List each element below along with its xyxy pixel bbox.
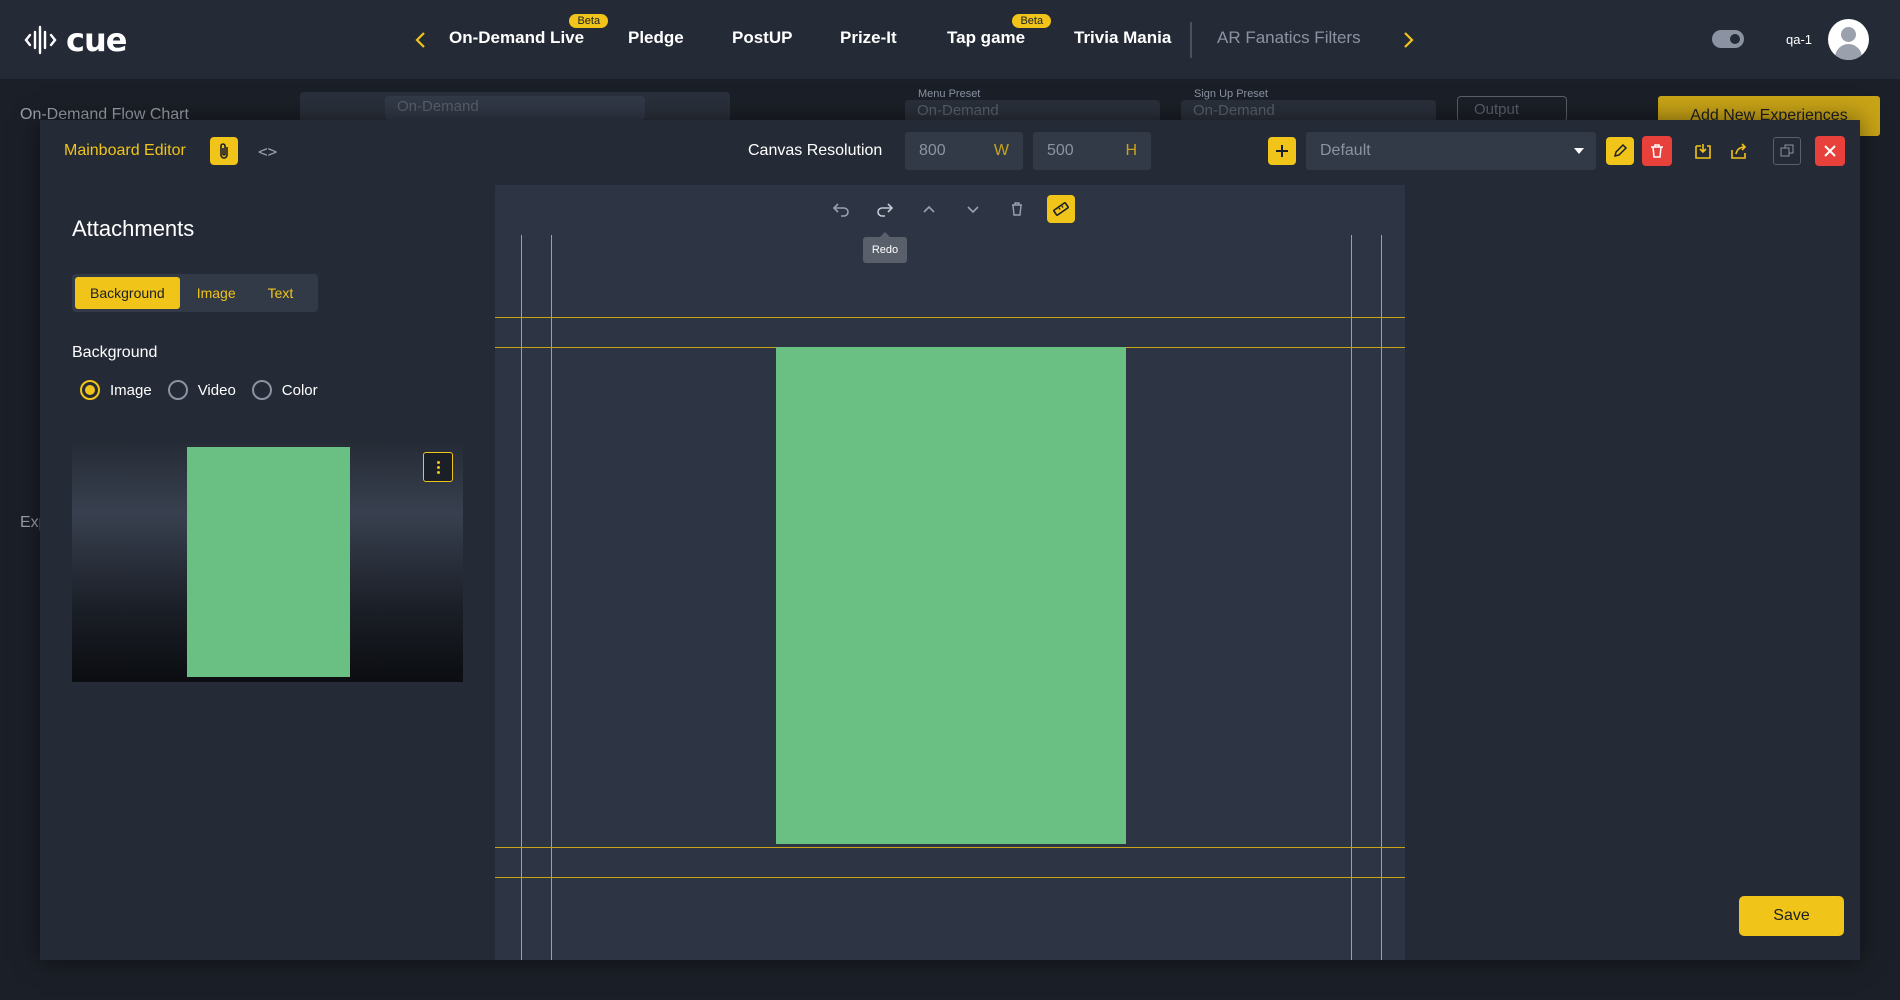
menu-preset-label: Menu Preset [918, 88, 981, 100]
thumbnail-more-menu-icon[interactable] [423, 452, 453, 482]
nav-item-postup[interactable]: PostUP [732, 28, 792, 52]
nav-item-label: Tap game [947, 28, 1026, 47]
import-button[interactable] [1689, 137, 1717, 165]
tab-text[interactable]: Text [253, 277, 309, 309]
duplicate-button[interactable] [1773, 137, 1801, 165]
guide-line-horizontal[interactable] [495, 847, 1405, 848]
width-unit: W [993, 142, 1009, 159]
top-navigation: cue On-Demand Live Beta Pledge PostUP Pr… [0, 0, 1900, 80]
nav-item-pledge[interactable]: Pledge [628, 28, 684, 52]
guide-line-vertical[interactable] [1381, 235, 1382, 960]
signup-preset-select[interactable]: On-Demand [1181, 100, 1436, 122]
tab-image[interactable]: Image [182, 277, 251, 309]
radio-video[interactable]: Video [167, 380, 236, 400]
editor-title: Mainboard Editor [64, 142, 186, 159]
nav-item-ar-fanatics-filters[interactable]: AR Fanatics Filters [1217, 28, 1361, 52]
nav-item-prize-it[interactable]: Prize-It [840, 28, 897, 52]
canvas-background-element[interactable] [776, 347, 1126, 844]
nav-divider [1190, 22, 1192, 58]
trash-icon [1651, 144, 1663, 158]
import-icon [1695, 144, 1711, 159]
canvas-width-input[interactable]: 800 W [905, 132, 1023, 170]
radio-color[interactable]: Color [251, 380, 318, 400]
ruler-icon[interactable] [1047, 195, 1075, 223]
share-icon [1731, 143, 1747, 159]
save-button[interactable]: Save [1739, 896, 1844, 936]
move-up-icon[interactable] [915, 195, 943, 223]
trash-icon[interactable] [1003, 195, 1031, 223]
theme-toggle-icon[interactable] [1712, 30, 1744, 48]
attachments-title: Attachments [72, 216, 195, 241]
close-editor-button[interactable] [1815, 136, 1845, 166]
nav-item-label: On-Demand Live [449, 28, 585, 47]
edit-preset-button[interactable] [1606, 137, 1634, 165]
thumbnail-green-rectangle [187, 447, 350, 677]
nav-item-tap-game[interactable]: Tap game Beta [947, 14, 1052, 52]
editor-canvas[interactable]: Redo [495, 185, 1405, 960]
guide-line-horizontal[interactable] [495, 877, 1405, 878]
radio-image[interactable]: Image [80, 380, 152, 400]
canvas-height-input[interactable]: 500 H [1033, 132, 1151, 170]
canvas-resolution-label: Canvas Resolution [748, 142, 883, 159]
nav-item-on-demand-live[interactable]: On-Demand Live Beta [449, 14, 609, 52]
mainboard-editor-modal: Mainboard Editor <> Canvas Resolution 80… [40, 120, 1860, 960]
radio-label: Color [281, 381, 318, 399]
code-icon[interactable]: <> [258, 142, 277, 161]
cue-logo[interactable]: cue [24, 20, 127, 60]
avatar[interactable] [1828, 19, 1869, 60]
background-type-radio-group: Image Video Color [80, 380, 318, 400]
caret-down-icon [1574, 148, 1584, 154]
attachment-type-tabs: Background Image Text [72, 274, 318, 312]
user-name: qa-1 [1786, 32, 1813, 47]
plus-icon [1276, 145, 1288, 157]
copy-icon [1780, 144, 1794, 157]
waveform-icon [24, 25, 57, 55]
radio-selected-icon [80, 380, 100, 400]
output-button[interactable]: Output [1457, 96, 1567, 122]
logo-text: cue [66, 21, 127, 59]
beta-badge: Beta [569, 14, 609, 28]
menu-preset-select[interactable]: On-Demand [905, 100, 1160, 122]
pencil-icon [1613, 143, 1628, 158]
guide-line-vertical[interactable] [551, 235, 552, 960]
background-section-label: Background [72, 344, 158, 361]
guide-line-horizontal[interactable] [495, 317, 1405, 318]
delete-preset-button[interactable] [1642, 136, 1672, 166]
signup-preset-label: Sign Up Preset [1194, 88, 1268, 100]
redo-icon[interactable] [871, 195, 899, 223]
chevron-left-icon [415, 32, 425, 48]
tab-background[interactable]: Background [75, 277, 180, 309]
guide-line-vertical[interactable] [1351, 235, 1352, 960]
radio-label: Video [197, 381, 236, 399]
radio-unselected-icon [251, 380, 272, 400]
radio-unselected-icon [167, 380, 188, 400]
canvas-width-value: 800 [919, 142, 946, 159]
nav-item-trivia-mania[interactable]: Trivia Mania [1074, 28, 1171, 52]
nav-next-arrow[interactable] [1396, 28, 1420, 52]
undo-icon[interactable] [827, 195, 855, 223]
height-unit: H [1125, 142, 1137, 159]
canvas-height-value: 500 [1047, 142, 1074, 159]
radio-label: Image [110, 381, 152, 399]
preset-select-value: Default [1320, 142, 1371, 159]
add-preset-button[interactable] [1268, 137, 1296, 165]
preset-select[interactable]: Default [1306, 132, 1596, 170]
guide-line-vertical[interactable] [521, 235, 522, 960]
beta-badge: Beta [1012, 14, 1052, 28]
flow-select[interactable]: On-Demand [385, 96, 645, 120]
attachments-button[interactable] [210, 137, 238, 165]
chevron-right-icon [1404, 32, 1414, 48]
paperclip-icon [220, 143, 228, 159]
background-image-thumbnail[interactable] [72, 442, 463, 682]
export-button[interactable] [1725, 137, 1753, 165]
redo-tooltip: Redo [863, 232, 907, 263]
move-down-icon[interactable] [959, 195, 987, 223]
nav-prev-arrow[interactable] [409, 28, 433, 52]
close-icon [1824, 145, 1836, 157]
